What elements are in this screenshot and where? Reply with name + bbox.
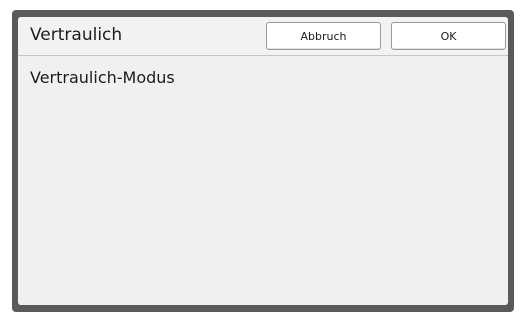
dialog-title: Vertraulich (30, 25, 123, 45)
dialog-body: Vertraulich-Modus (18, 56, 508, 305)
cancel-button[interactable]: Abbruch (266, 22, 381, 50)
device-screen-frame: Vertraulich Abbruch OK Vertraulich-Modus (12, 10, 514, 312)
ok-button[interactable]: OK (391, 22, 506, 50)
confidential-mode-label: Vertraulich-Modus (30, 68, 175, 87)
confidential-dialog: Vertraulich Abbruch OK Vertraulich-Modus (18, 17, 508, 305)
dialog-header: Vertraulich Abbruch OK (18, 17, 508, 56)
